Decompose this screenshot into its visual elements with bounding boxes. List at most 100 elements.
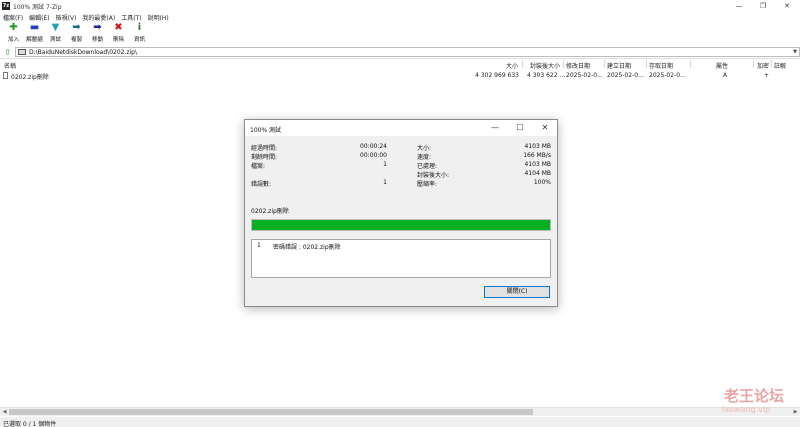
- elapsed-time-value: 00:00:24: [360, 143, 387, 150]
- menu-edit[interactable]: 編輯(E): [29, 13, 49, 22]
- column-header-comment[interactable]: 註解: [774, 61, 786, 70]
- progress-bar-fill: [252, 220, 550, 230]
- minimize-button[interactable]: —: [728, 0, 750, 12]
- errors-value: 1: [383, 179, 387, 186]
- column-divider[interactable]: [604, 60, 605, 68]
- info-button[interactable]: i 資訊: [129, 22, 150, 44]
- copy-button[interactable]: ➡ 複製: [66, 22, 87, 44]
- dialog-close-button[interactable]: ✕: [533, 120, 557, 136]
- file-attributes: A: [723, 72, 728, 79]
- move-label: 移動: [91, 37, 103, 43]
- dialog-minimize-button[interactable]: —: [483, 120, 507, 136]
- packed-size-label: 封裝後大小:: [417, 172, 450, 179]
- horizontal-scrollbar[interactable]: ◀ ▶: [0, 407, 800, 416]
- test-progress-dialog: 100% 測試 — ☐ ✕ 經過時間: 00:00:24 剩餘時間: 00:00…: [244, 119, 558, 307]
- file-icon: [3, 72, 8, 79]
- ratio-label: 壓縮率:: [417, 181, 438, 188]
- processed-label: 已處理:: [417, 163, 438, 170]
- column-divider[interactable]: [522, 60, 523, 68]
- add-label: 加入: [7, 37, 19, 43]
- copy-label: 複製: [70, 37, 82, 43]
- address-path: D:\BaiduNetdiskDownload\0202.zip\: [29, 48, 138, 56]
- files-label: 檔案:: [251, 163, 266, 170]
- watermark-logo: 老王论坛: [724, 387, 785, 405]
- column-header-encrypted[interactable]: 加密: [757, 61, 769, 70]
- delete-label: 刪除: [112, 37, 124, 43]
- add-icon: ✚: [9, 22, 18, 33]
- column-header-modified[interactable]: 修改日期: [566, 61, 590, 70]
- test-label: 測試: [49, 37, 61, 43]
- file-modified: 2025-02-0...: [566, 72, 603, 79]
- file-packed-size: 4 303 622 ...: [527, 72, 566, 79]
- address-input[interactable]: D:\BaiduNetdiskDownload\0202.zip\ ▼: [15, 47, 800, 57]
- menu-file[interactable]: 檔案(F): [3, 13, 23, 22]
- chevron-down-icon[interactable]: ▼: [791, 49, 799, 55]
- speed-label: 速度:: [417, 154, 432, 161]
- extract-label: 解壓縮: [26, 37, 43, 43]
- column-header-attributes[interactable]: 屬性: [716, 61, 728, 70]
- info-label: 資訊: [133, 37, 145, 43]
- file-created: 2025-02-0...: [607, 72, 644, 79]
- file-encrypted: +: [764, 72, 770, 79]
- window-title: 100% 測試 7-Zip: [13, 4, 62, 11]
- copy-icon: ➡: [72, 22, 81, 33]
- column-divider[interactable]: [646, 60, 647, 68]
- app-icon: 7z: [2, 2, 10, 10]
- column-header-size[interactable]: 大小: [470, 61, 518, 70]
- elapsed-time-label: 經過時間:: [251, 145, 278, 152]
- menu-tools[interactable]: 工具(T): [121, 13, 141, 22]
- progress-bar: [251, 219, 551, 231]
- file-size: 4 302 969 633: [475, 72, 519, 79]
- menu-favorites[interactable]: 我的最愛(A): [82, 13, 115, 22]
- dialog-maximize-button[interactable]: ☐: [508, 120, 532, 136]
- menu-help[interactable]: 說明(H): [148, 13, 169, 22]
- log-item-text: 密碼錯誤 : 0202.zip刪除: [273, 244, 341, 251]
- delete-icon: ✖: [114, 22, 123, 33]
- maximize-button[interactable]: ❐: [752, 0, 774, 12]
- column-divider[interactable]: [771, 60, 772, 68]
- delete-button[interactable]: ✖ 刪除: [108, 22, 129, 44]
- test-button[interactable]: ▼ 測試: [45, 22, 66, 44]
- scrollbar-thumb[interactable]: [9, 409, 533, 415]
- column-divider[interactable]: [690, 60, 691, 68]
- ratio-value: 100%: [533, 179, 551, 186]
- column-header-packed-size[interactable]: 封裝後大小: [524, 61, 560, 70]
- watermark-url: laowang.vip: [722, 405, 771, 414]
- window-titlebar: 7z 100% 測試 7-Zip — ❐ ✕: [0, 0, 800, 12]
- menu-bar: 檔案(F) 編輯(E) 檢視(V) 我的最愛(A) 工具(T) 說明(H): [0, 12, 800, 22]
- remaining-time-value: 00:00:00: [360, 152, 387, 159]
- close-window-button[interactable]: ✕: [776, 0, 798, 12]
- dialog-titlebar: 100% 測試 — ☐ ✕: [245, 120, 557, 136]
- info-icon: i: [137, 22, 142, 33]
- folder-icon: [18, 49, 26, 55]
- close-button[interactable]: 關閉(C): [484, 286, 550, 298]
- packed-size-value: 4104 MB: [524, 170, 551, 177]
- log-item-index: 1: [257, 242, 261, 249]
- current-file-name: 0202.zip刪除: [251, 208, 289, 215]
- errors-label: 錯誤數:: [251, 181, 272, 188]
- status-bar: 已選取 0 / 1 個物件: [0, 417, 800, 427]
- scroll-left-icon[interactable]: ◀: [0, 408, 9, 417]
- test-icon: ▼: [51, 22, 60, 33]
- column-divider[interactable]: [563, 60, 564, 68]
- address-bar: ⇧ D:\BaiduNetdiskDownload\0202.zip\ ▼: [0, 46, 800, 58]
- extract-button[interactable]: ▬ 解壓縮: [24, 22, 45, 44]
- column-header-accessed[interactable]: 存取日期: [649, 61, 673, 70]
- files-value: 1: [383, 161, 387, 168]
- up-folder-icon[interactable]: ⇧: [3, 48, 12, 57]
- column-header-name[interactable]: 名稱: [4, 61, 16, 70]
- size-value: 4103 MB: [524, 143, 551, 150]
- add-button[interactable]: ✚ 加入: [3, 22, 24, 44]
- size-label: 大小:: [417, 145, 432, 152]
- processed-value: 4103 MB: [524, 161, 551, 168]
- dialog-title: 100% 測試: [250, 127, 282, 134]
- toolbar: ✚ 加入 ▬ 解壓縮 ▼ 測試 ➡ 複製 ➡ 移動 ✖ 刪除 i 資訊: [0, 22, 800, 46]
- column-divider[interactable]: [753, 60, 754, 68]
- error-log-list[interactable]: 1 密碼錯誤 : 0202.zip刪除: [251, 239, 551, 278]
- menu-view[interactable]: 檢視(V): [56, 13, 77, 22]
- move-button[interactable]: ➡ 移動: [87, 22, 108, 44]
- extract-icon: ▬: [29, 22, 40, 33]
- column-header-created[interactable]: 建立日期: [607, 61, 631, 70]
- scroll-right-icon[interactable]: ▶: [791, 408, 800, 417]
- remaining-time-label: 剩餘時間:: [251, 154, 278, 161]
